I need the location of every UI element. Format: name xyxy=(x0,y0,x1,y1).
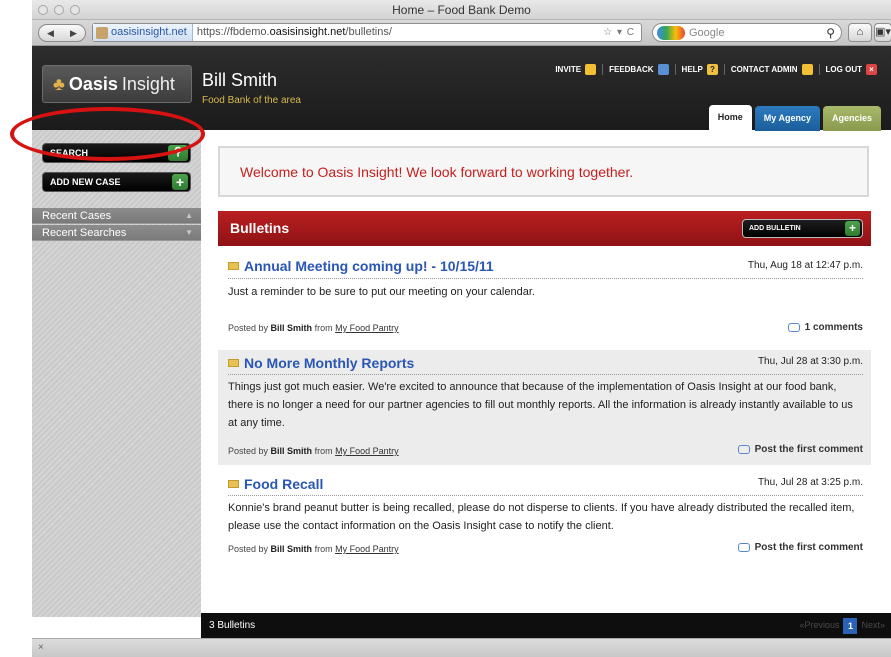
browser-toolbar: ◀ ▶ oasisinsight.net https://fbdemo.oasi… xyxy=(32,20,891,46)
plus-icon: + xyxy=(172,174,188,190)
bulletin-title[interactable]: Annual Meeting coming up! - 10/15/11 xyxy=(228,258,494,274)
search-icon: ⚲ xyxy=(168,145,188,161)
bulletins-title: Bulletins xyxy=(230,220,290,236)
bookmark-icon[interactable]: ▣▾ xyxy=(874,23,891,42)
palm-tree-icon: ♣ xyxy=(53,73,65,94)
search-icon[interactable]: ⚲ xyxy=(826,26,835,40)
chevron-up-icon: ▲ xyxy=(185,211,193,220)
bulletins-header: Bulletins ADD BULLETIN + xyxy=(218,211,871,246)
invite-link[interactable]: INVITE xyxy=(549,64,602,75)
add-bulletin-button[interactable]: ADD BULLETIN + xyxy=(742,219,863,238)
main-tabs: Home My Agency Agencies xyxy=(708,105,881,131)
current-page[interactable]: 1 xyxy=(843,617,858,634)
comment-icon xyxy=(737,543,750,552)
bulletin-title[interactable]: Food Recall xyxy=(228,476,323,492)
bulletin-body: Things just got much easier. We're excit… xyxy=(228,381,853,429)
bulletin-count: 3 Bulletins xyxy=(209,620,256,631)
bulletin-title[interactable]: No More Monthly Reports xyxy=(228,355,414,371)
oasis-logo[interactable]: ♣ Oasis Insight xyxy=(42,65,192,103)
favicon-icon xyxy=(96,26,108,39)
bulletin-meta: Posted by Bill Smith from My Food Pantry xyxy=(228,323,399,333)
logout-link[interactable]: LOG OUT × xyxy=(818,64,883,75)
top-nav: INVITE FEEDBACK HELP? CONTACT ADMIN LOG … xyxy=(549,64,883,75)
agency-link[interactable]: My Food Pantry xyxy=(335,544,399,554)
admin-icon xyxy=(801,64,813,75)
window-titlebar: Home – Food Bank Demo xyxy=(32,0,891,20)
divider xyxy=(228,374,863,375)
feedback-icon xyxy=(657,64,669,75)
bulletin-meta: Posted by Bill Smith from My Food Pantry xyxy=(228,446,399,456)
bulletin-date: Thu, Jul 28 at 3:25 p.m. xyxy=(757,477,863,488)
url-text[interactable]: https://fbdemo.oasisinsight.net/bulletin… xyxy=(193,24,392,41)
window-controls[interactable] xyxy=(38,5,80,15)
bulletin-body: Konnie's brand peanut butter is being re… xyxy=(228,502,855,532)
minimize-window-icon[interactable] xyxy=(54,5,64,15)
user-name: Bill Smith xyxy=(202,70,278,90)
bulletin-date: Thu, Aug 18 at 12:47 p.m. xyxy=(747,260,863,271)
comment-icon xyxy=(737,445,750,454)
status-bar: × xyxy=(32,638,891,657)
sidebar-item-recent-searches[interactable]: Recent Searches ▼ xyxy=(32,225,201,241)
app-window: ♣ Oasis Insight Bill Smith Food Bank of t… xyxy=(32,46,891,638)
sidebar: SEARCH ⚲ ADD NEW CASE + Recent Cases ▲ R… xyxy=(32,130,201,617)
agency-link[interactable]: My Food Pantry xyxy=(335,323,399,333)
search-button[interactable]: SEARCH ⚲ xyxy=(42,143,191,163)
window-title: Home – Food Bank Demo xyxy=(392,3,531,17)
tab-home[interactable]: Home xyxy=(708,105,752,131)
envelope-icon xyxy=(228,262,239,270)
back-icon[interactable]: ◀ xyxy=(39,28,62,39)
close-icon[interactable]: × xyxy=(38,642,44,653)
bulletin-post: Food Recall Thu, Jul 28 at 3:25 p.m. Kon… xyxy=(218,471,871,571)
tab-agencies[interactable]: Agencies xyxy=(822,106,881,131)
next-page-link[interactable]: Next» xyxy=(861,613,885,638)
zoom-window-icon[interactable] xyxy=(70,5,80,15)
add-new-case-button[interactable]: ADD NEW CASE + xyxy=(42,172,191,192)
plus-icon: + xyxy=(845,221,860,236)
envelope-icon xyxy=(228,480,239,488)
envelope-icon xyxy=(228,359,239,367)
previous-page-link[interactable]: «Previous xyxy=(799,613,839,638)
agency-link[interactable]: My Food Pantry xyxy=(335,446,399,456)
bulletin-post: No More Monthly Reports Thu, Jul 28 at 3… xyxy=(218,350,871,465)
url-controls[interactable]: ☆ ▾ C xyxy=(603,24,641,41)
help-link[interactable]: HELP? xyxy=(674,64,724,75)
divider xyxy=(228,278,863,279)
google-icon[interactable] xyxy=(657,25,685,40)
url-bar[interactable]: oasisinsight.net https://fbdemo.oasisins… xyxy=(92,23,642,42)
welcome-banner: Welcome to Oasis Insight! We look forwar… xyxy=(218,146,869,197)
bulletin-meta: Posted by Bill Smith from My Food Pantry xyxy=(228,544,399,554)
site-identity[interactable]: oasisinsight.net xyxy=(93,24,193,41)
feedback-link[interactable]: FEEDBACK xyxy=(602,64,674,75)
app-header: ♣ Oasis Insight Bill Smith Food Bank of t… xyxy=(32,46,891,131)
comments-link[interactable]: Post the first comment xyxy=(737,542,863,553)
contact-admin-link[interactable]: CONTACT ADMIN xyxy=(723,64,819,75)
user-icon xyxy=(585,64,597,75)
pagination: «Previous 1 Next» xyxy=(799,613,885,638)
bulletin-body: Just a reminder to be sure to put our me… xyxy=(228,286,535,298)
logout-icon: × xyxy=(866,64,877,75)
comments-link[interactable]: 1 comments xyxy=(787,322,863,333)
tab-my-agency[interactable]: My Agency xyxy=(754,106,820,131)
user-organization: Food Bank of the area xyxy=(202,95,301,106)
bulletins-footer: 3 Bulletins «Previous 1 Next» xyxy=(201,613,891,638)
bulletin-date: Thu, Jul 28 at 3:30 p.m. xyxy=(757,356,863,367)
chevron-down-icon: ▼ xyxy=(185,228,193,237)
close-window-icon[interactable] xyxy=(38,5,48,15)
divider xyxy=(228,495,863,496)
sidebar-item-recent-cases[interactable]: Recent Cases ▲ xyxy=(32,208,201,224)
nav-buttons[interactable]: ◀ ▶ xyxy=(38,24,86,42)
home-icon[interactable]: ⌂ xyxy=(848,23,872,42)
browser-search-input[interactable]: Google ⚲ xyxy=(652,23,842,42)
bulletin-post: Annual Meeting coming up! - 10/15/11 Thu… xyxy=(218,246,871,342)
forward-icon[interactable]: ▶ xyxy=(62,28,85,39)
welcome-message: Welcome to Oasis Insight! We look forwar… xyxy=(240,164,634,180)
comments-link[interactable]: Post the first comment xyxy=(737,444,863,455)
help-icon: ? xyxy=(706,64,718,75)
comment-icon xyxy=(787,323,800,332)
